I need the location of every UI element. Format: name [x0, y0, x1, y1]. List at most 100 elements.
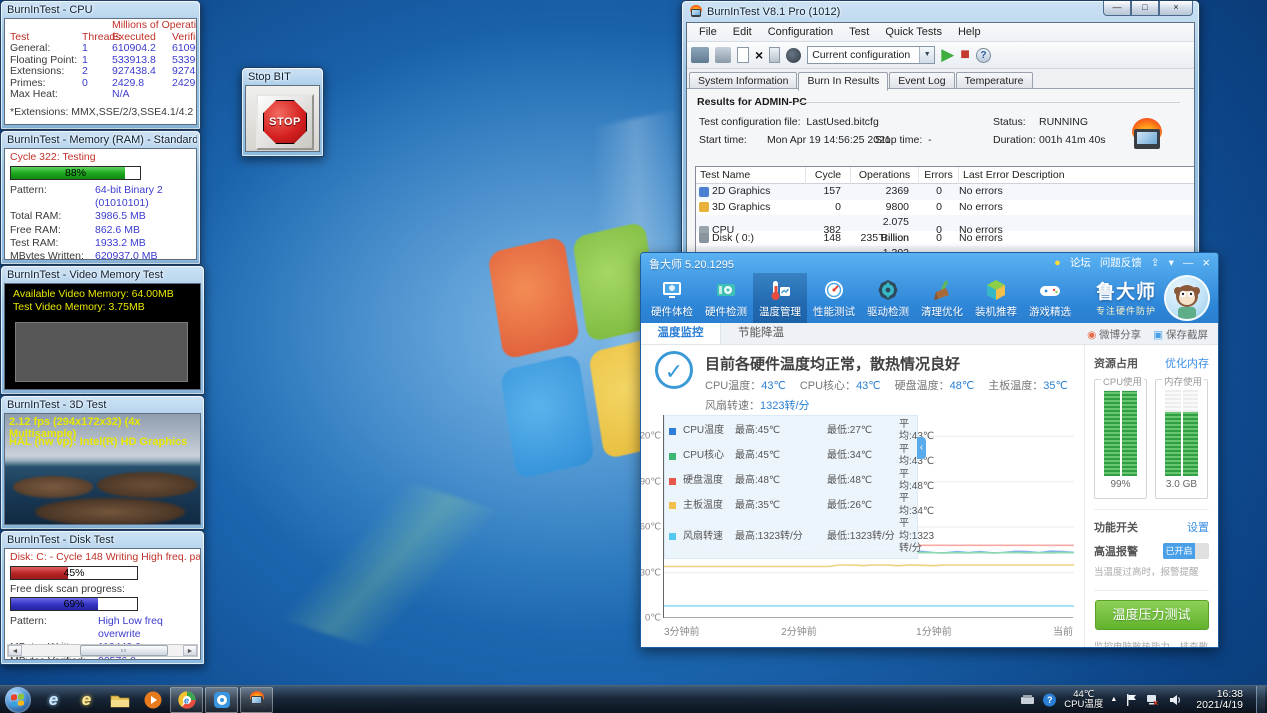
col-errors[interactable]: Errors [919, 167, 959, 184]
tab-burn-in-results[interactable]: Burn In Results [798, 72, 888, 91]
start-test-button[interactable]: ▶ [941, 47, 954, 63]
menu-configuration[interactable]: Configuration [760, 26, 841, 38]
settings-link[interactable]: 设置 [1187, 519, 1209, 535]
speaker-icon[interactable] [1168, 693, 1183, 707]
menu-edit[interactable]: Edit [725, 26, 760, 38]
burnintest-window: — □ × BurnInTest V8.1 Pro (1012) File Ed… [681, 0, 1200, 262]
tab-system-information[interactable]: System Information [689, 72, 797, 88]
stopbit-titlebar[interactable]: Stop BIT [245, 68, 320, 85]
menu-chevron-icon[interactable]: ▾ [1169, 257, 1174, 269]
menu-test[interactable]: Test [841, 26, 877, 38]
taskbar-burnintest-running[interactable] [240, 687, 273, 713]
menu-quick-tests[interactable]: Quick Tests [877, 26, 950, 38]
minimize-button[interactable]: — [1103, 1, 1131, 16]
col-operations[interactable]: Operations [851, 167, 919, 184]
print-icon[interactable] [715, 47, 731, 63]
disk-window-titlebar[interactable]: BurnInTest - Disk Test [4, 531, 201, 548]
taskbar-media-player-icon[interactable] [136, 687, 169, 713]
3d-window-titlebar[interactable]: BurnInTest - 3D Test [4, 396, 201, 413]
taskbar-browser-running[interactable]: e [170, 687, 203, 713]
menu-help[interactable]: Help [950, 26, 989, 38]
tray-expand-icon[interactable]: ▲ [1110, 696, 1117, 703]
memory-window-titlebar[interactable]: BurnInTest - Memory (RAM) - Standard [4, 131, 197, 148]
tab-cooling[interactable]: 节能降温 [721, 323, 801, 344]
broom-icon [930, 278, 954, 302]
col-last-error[interactable]: Last Error Description [959, 167, 1195, 184]
help-icon[interactable]: ? [976, 48, 991, 63]
stop-bit-button[interactable]: STOP [256, 94, 314, 150]
show-desktop-button[interactable] [1256, 686, 1265, 713]
horizontal-scrollbar[interactable]: ◄ ► [7, 644, 198, 657]
network-icon[interactable]: × [1146, 693, 1161, 707]
memory-usage-value: 3.0 GB [1156, 479, 1207, 490]
tray-cpu-temp[interactable]: 44℃ CPU温度 [1064, 690, 1103, 710]
weibo-share-link[interactable]: ◉ 微博分享 [1087, 327, 1141, 342]
scroll-thumb[interactable] [80, 645, 168, 656]
report-icon[interactable] [691, 47, 709, 63]
stop-test-button[interactable]: ■ [960, 47, 970, 63]
feedback-link[interactable]: 问题反馈 [1100, 255, 1142, 270]
tray-help-icon[interactable]: ? [1042, 693, 1057, 707]
taskbar-explorer-icon[interactable] [103, 687, 136, 713]
table-row[interactable]: 2D Graphics 1572369 0No errors [696, 184, 1195, 200]
scroll-right-arrow[interactable]: ► [183, 645, 197, 656]
save-screenshot-link[interactable]: ▣ 保存截屏 [1153, 327, 1208, 342]
nav-cleanup[interactable]: 清理优化 [915, 273, 969, 323]
x-tick: 当前 [1053, 623, 1073, 638]
maximize-button[interactable]: □ [1131, 1, 1159, 16]
minimize-button[interactable]: — [1183, 257, 1194, 269]
masterlu-tabstrip: 温度监控 节能降温 ◉ 微博分享 ▣ 保存截屏 [641, 323, 1218, 345]
stress-test-button[interactable]: 温度压力测试 [1095, 600, 1209, 630]
nav-driver[interactable]: 驱动检测 [861, 273, 915, 323]
close-button[interactable]: × [1202, 255, 1210, 270]
configuration-select[interactable]: Current configuration ▼ [807, 46, 935, 64]
table-row[interactable]: CPU 3822.075 Trillion 0No errors [696, 215, 1195, 231]
col-test-name[interactable]: Test Name [696, 167, 806, 184]
legend-collapse-button[interactable]: ‹ [917, 437, 926, 459]
x-tick: 1分钟前 [916, 623, 952, 638]
close-button[interactable]: × [1159, 1, 1193, 16]
taskbar-masterlu-running[interactable] [205, 687, 238, 713]
nav-benchmark[interactable]: 性能测试 [807, 273, 861, 323]
monitor-icon [660, 278, 684, 302]
table-row[interactable]: Disk ( 0:) 148235 Billion 0No errors [696, 231, 1195, 247]
stop-bit-window: Stop BIT STOP [241, 67, 324, 157]
menu-file[interactable]: File [691, 26, 725, 38]
alarm-toggle[interactable]: 已开启 [1163, 543, 1209, 559]
optimize-memory-link[interactable]: 优化内存 [1165, 355, 1209, 371]
nav-pc-builder[interactable]: 装机推荐 [969, 273, 1023, 323]
nav-hardware-detect[interactable]: 硬件检测 [699, 273, 753, 323]
video-window-titlebar[interactable]: BurnInTest - Video Memory Test [4, 266, 201, 283]
tab-temp-monitor[interactable]: 温度监控 [641, 323, 721, 344]
cpu-window-titlebar[interactable]: BurnInTest - CPU [4, 1, 197, 18]
gauge-icon[interactable] [786, 48, 801, 63]
skin-icon[interactable]: ⇪ [1151, 257, 1160, 269]
new-config-icon[interactable] [737, 47, 749, 63]
ops-header: Millions of Operations [112, 20, 197, 32]
action-center-flag-icon[interactable] [1124, 693, 1139, 707]
col-cycle[interactable]: Cycle [806, 167, 851, 184]
medal-icon[interactable]: ● [1054, 257, 1061, 269]
hal-readout: HAL (hw vp): Intel(R) HD Graphics [9, 436, 187, 448]
chevron-down-icon[interactable]: ▼ [919, 47, 934, 63]
taskbar-ie-icon[interactable]: e [37, 687, 70, 713]
nav-temperature[interactable]: 温度管理 [753, 273, 807, 323]
cert-icon[interactable] [769, 47, 780, 63]
nav-games[interactable]: 游戏精选 [1023, 273, 1077, 323]
tab-temperature[interactable]: Temperature [956, 72, 1033, 88]
results-table: Test Name Cycle Operations Errors Last E… [695, 166, 1195, 256]
disk-write-progressbar: 45% [10, 566, 138, 580]
mascot-avatar[interactable] [1164, 275, 1210, 321]
nav-hardware-exam[interactable]: 硬件体检 [645, 273, 699, 323]
start-button[interactable] [5, 687, 31, 713]
taskbar-ie-classic-icon[interactable]: e [70, 687, 103, 713]
clock[interactable]: 16:38 2021/4/19 [1190, 689, 1249, 711]
scan-progress-label: Free disk scan progress: [5, 583, 200, 595]
masterlu-app-icon [213, 691, 231, 709]
table-row[interactable]: 3D Graphics 09800 0No errors [696, 200, 1195, 216]
tray-device-icon[interactable] [1020, 693, 1035, 707]
scroll-left-arrow[interactable]: ◄ [8, 645, 22, 656]
tab-event-log[interactable]: Event Log [889, 72, 954, 88]
forum-link[interactable]: 论坛 [1070, 255, 1091, 270]
delete-icon[interactable]: × [755, 47, 763, 63]
